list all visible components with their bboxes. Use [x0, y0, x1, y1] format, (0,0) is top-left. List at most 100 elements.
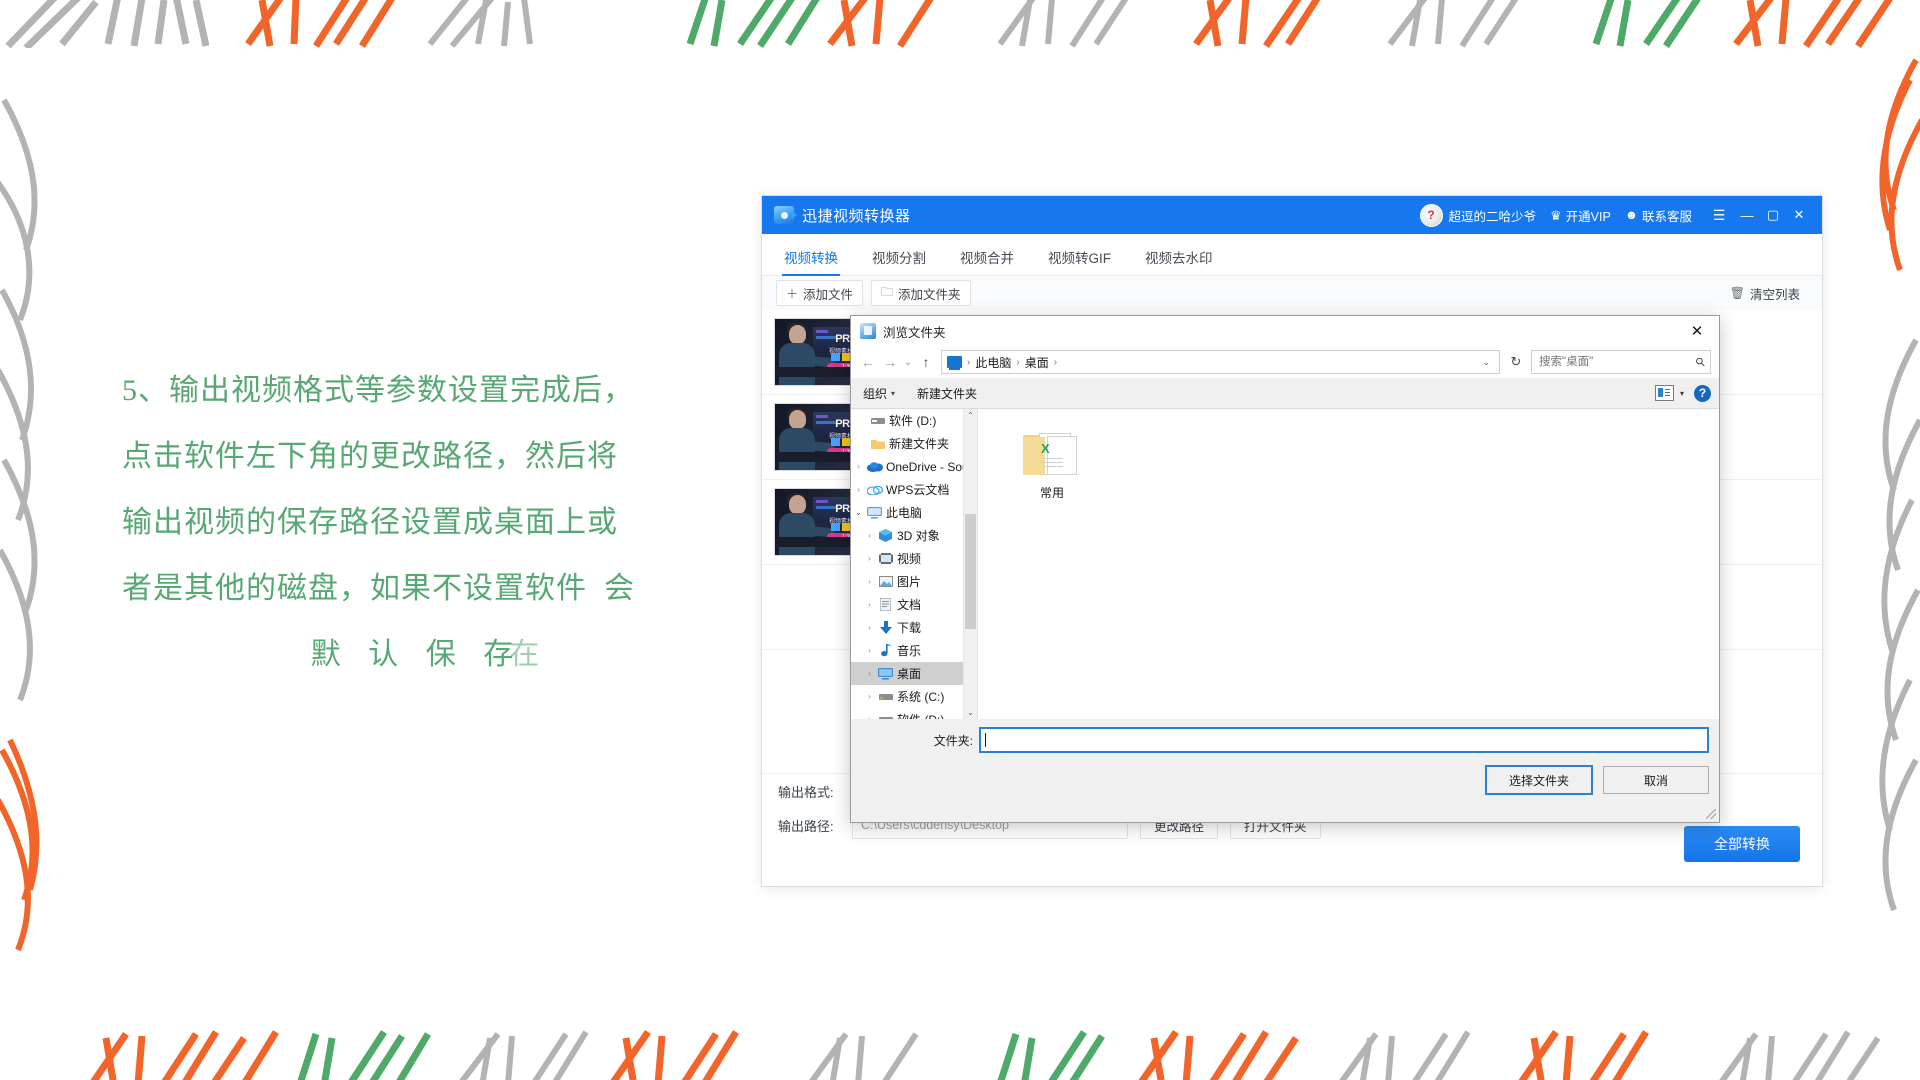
folder-icon: [869, 438, 886, 450]
chevron-right-icon[interactable]: ›: [851, 485, 866, 494]
tree-item-label: WPS云文档: [886, 483, 950, 497]
chevron-right-icon[interactable]: ›: [862, 669, 877, 678]
hamburger-menu-icon[interactable]: ☰: [1706, 196, 1732, 234]
new-folder-button[interactable]: 新建文件夹: [917, 385, 977, 402]
tree-item-software-d-2[interactable]: › 软件 (D:): [851, 708, 977, 719]
folder-input[interactable]: [979, 727, 1709, 753]
instruction-ghost-char: 在: [509, 638, 550, 671]
documents-icon: [877, 598, 894, 611]
chevron-right-icon[interactable]: ›: [851, 462, 866, 471]
add-file-button[interactable]: ＋ 添加文件: [776, 280, 864, 306]
downloads-icon: [877, 621, 894, 634]
breadcrumb-desktop[interactable]: 桌面: [1022, 354, 1052, 371]
pictures-icon: [877, 576, 894, 587]
organize-button[interactable]: 组织 ▾: [863, 385, 895, 402]
scrollbar-thumb[interactable]: [965, 514, 976, 629]
chevron-right-icon[interactable]: ›: [862, 692, 877, 701]
scroll-up-button[interactable]: ⌃: [964, 409, 977, 422]
back-button[interactable]: ←: [857, 349, 879, 375]
breadcrumb-separator: ›: [967, 356, 971, 368]
close-button[interactable]: ✕: [1786, 196, 1812, 234]
tree-item-onedrive[interactable]: › OneDrive - Sout: [851, 455, 977, 478]
instruction-text: 5、输出视频格式等参数设置完成后， 点击软件左下角的更改路径，然后将 输出视频的…: [122, 358, 742, 688]
output-format-label: 输出格式:: [778, 784, 834, 800]
app-tabs: 视频转换 视频分割 视频合并 视频转GIF 视频去水印: [762, 234, 1822, 276]
tree-item-documents[interactable]: › 文档: [851, 593, 977, 616]
search-input[interactable]: [1537, 355, 1697, 369]
tree-item-label: 桌面: [897, 667, 922, 681]
dialog-body: 软件 (D:) 新建文件夹 › OneDrive - Sout › WPS云文档…: [851, 409, 1719, 719]
app-titlebar: 迅捷视频转换器 ? 超逗的二哈少爷 ♛ 开通VIP ☻ 联系客服 ☰ — ▢ ✕: [762, 196, 1822, 234]
tree-item-pictures[interactable]: › 图片: [851, 570, 977, 593]
tree-item-software-d[interactable]: 软件 (D:): [851, 409, 977, 432]
tab-video-convert[interactable]: 视频转换: [782, 247, 840, 276]
chevron-right-icon[interactable]: ›: [862, 554, 877, 563]
refresh-button[interactable]: ↻: [1506, 351, 1526, 373]
convert-all-button[interactable]: 全部转换: [1684, 826, 1800, 862]
tree-item-3d-objects[interactable]: › 3D 对象: [851, 524, 977, 547]
file-pane[interactable]: X 常用: [978, 409, 1719, 719]
navigation-tree: 软件 (D:) 新建文件夹 › OneDrive - Sout › WPS云文档…: [851, 409, 978, 719]
up-button[interactable]: ↑: [915, 349, 937, 375]
tree-item-this-pc[interactable]: ⌄ 此电脑: [851, 501, 977, 524]
breadcrumb-this-pc[interactable]: 此电脑: [972, 354, 1014, 371]
add-folder-button[interactable]: 🗀 添加文件夹: [871, 280, 971, 306]
tree-item-desktop[interactable]: › 桌面: [851, 662, 977, 685]
recent-locations-button[interactable]: ⌄: [901, 349, 915, 375]
scroll-down-button[interactable]: ⌄: [964, 706, 977, 719]
chevron-down-icon[interactable]: ▾: [1680, 389, 1684, 398]
tree-scrollbar[interactable]: ⌃ ⌄: [963, 409, 977, 719]
decorative-border-left: [0, 40, 70, 1000]
trash-icon: 🗑: [1729, 286, 1745, 300]
open-vip-button[interactable]: ♛ 开通VIP: [1550, 206, 1611, 225]
tree-item-label: 新建文件夹: [889, 437, 950, 451]
tree-item-system-c[interactable]: › 系统 (C:): [851, 685, 977, 708]
minimize-button[interactable]: —: [1734, 196, 1760, 234]
tree-item-label: 3D 对象: [897, 529, 940, 543]
contact-support-button[interactable]: ☻ 联系客服: [1625, 206, 1692, 225]
tree-item-downloads[interactable]: › 下载: [851, 616, 977, 639]
chevron-right-icon[interactable]: ›: [862, 600, 877, 609]
tab-remove-watermark[interactable]: 视频去水印: [1145, 247, 1213, 275]
tab-video-to-gif[interactable]: 视频转GIF: [1048, 247, 1111, 275]
chevron-down-icon: ▾: [891, 388, 896, 398]
forward-button[interactable]: →: [879, 349, 901, 375]
app-title: 迅捷视频转换器: [802, 207, 911, 225]
help-button[interactable]: ?: [1694, 384, 1711, 402]
chevron-right-icon[interactable]: ›: [862, 623, 877, 632]
app-toolbar: ＋ 添加文件 🗀 添加文件夹 🗑 清空列表: [762, 276, 1822, 311]
drive-icon: [877, 691, 894, 702]
cancel-button[interactable]: 取消: [1603, 766, 1709, 794]
select-folder-button[interactable]: 选择文件夹: [1485, 765, 1593, 795]
search-box[interactable]: ⚲: [1531, 350, 1711, 374]
video-thumbnail: PRA 视频素材 1:30: [774, 488, 860, 556]
plus-icon: ＋: [786, 286, 799, 301]
avatar[interactable]: ?: [1419, 203, 1443, 227]
organize-label: 组织: [863, 386, 888, 401]
output-path-label: 输出路径:: [778, 818, 834, 834]
chevron-down-icon[interactable]: ⌄: [1477, 357, 1495, 368]
tree-item-new-folder[interactable]: 新建文件夹: [851, 432, 977, 455]
chevron-right-icon[interactable]: ›: [862, 531, 877, 540]
tree-item-wps-cloud[interactable]: › WPS云文档: [851, 478, 977, 501]
dialog-close-button[interactable]: ✕: [1675, 316, 1719, 346]
chevron-right-icon[interactable]: ›: [862, 715, 877, 719]
resize-grip[interactable]: [1706, 809, 1716, 819]
list-item[interactable]: X 常用: [1006, 431, 1098, 501]
breadcrumb-separator: ›: [1053, 356, 1058, 368]
clear-list-button[interactable]: 🗑 清空列表: [1720, 280, 1810, 306]
dialog-title: 浏览文件夹: [883, 325, 946, 340]
chevron-down-icon[interactable]: ⌄: [851, 508, 866, 517]
dialog-footer: 文件夹: 选择文件夹 取消: [851, 719, 1719, 799]
tab-video-merge[interactable]: 视频合并: [960, 247, 1014, 275]
browse-folder-dialog: 浏览文件夹 ✕ ← → ⌄ ↑ › 此电脑 › 桌面 › ⌄ ↻ ⚲ 组织 ▾ …: [850, 315, 1720, 823]
user-name[interactable]: 超逗的二哈少爷: [1449, 206, 1537, 225]
tree-item-videos[interactable]: › 视频: [851, 547, 977, 570]
chevron-right-icon[interactable]: ›: [862, 577, 877, 586]
chevron-right-icon[interactable]: ›: [862, 646, 877, 655]
maximize-button[interactable]: ▢: [1760, 196, 1786, 234]
address-bar[interactable]: › 此电脑 › 桌面 › ⌄: [941, 350, 1500, 374]
view-options-icon[interactable]: [1654, 385, 1674, 401]
tab-video-split[interactable]: 视频分割: [872, 247, 926, 275]
tree-item-music[interactable]: › 音乐: [851, 639, 977, 662]
